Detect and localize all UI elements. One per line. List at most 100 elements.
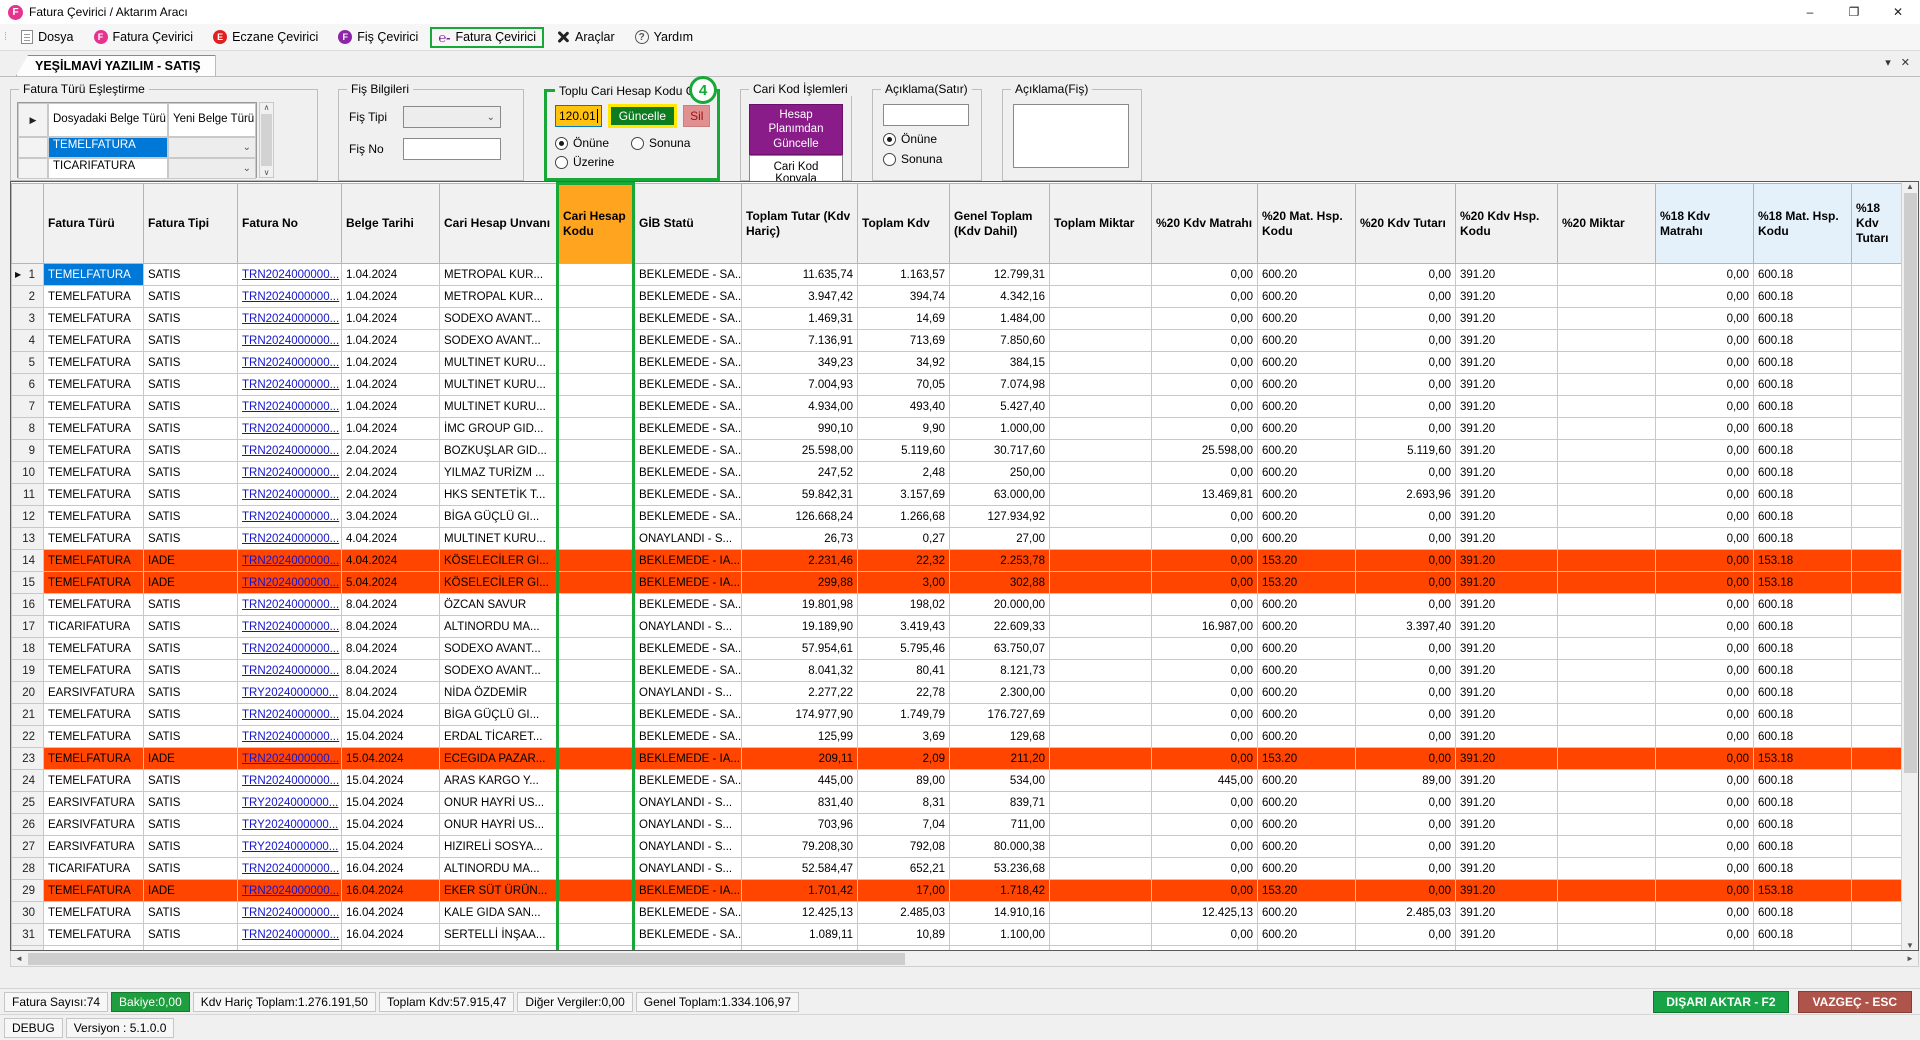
cell-miktar[interactable] bbox=[1050, 792, 1152, 814]
cell-gib[interactable]: BEKLEMEDE - SA... bbox=[634, 704, 742, 726]
cell-hsp20k[interactable]: 391.20 bbox=[1456, 440, 1558, 462]
cell-tipi[interactable]: SATIS bbox=[144, 418, 238, 440]
cell-t18[interactable] bbox=[1852, 462, 1902, 484]
cell-m20[interactable]: 0,00 bbox=[1152, 924, 1258, 946]
cell-hsp20m[interactable]: 153.20 bbox=[1258, 572, 1356, 594]
cell-turu[interactable]: TEMELFATURA bbox=[44, 572, 144, 594]
cell-kodu[interactable] bbox=[558, 902, 634, 924]
cell-miktar[interactable] bbox=[1050, 462, 1152, 484]
cell-hsp20k[interactable]: 391.20 bbox=[1456, 418, 1558, 440]
cell-kdv[interactable]: 1.266,68 bbox=[858, 506, 950, 528]
cell-tutar[interactable]: 11.635,74 bbox=[742, 264, 858, 286]
cell-m18[interactable]: 0,00 bbox=[1656, 660, 1754, 682]
cell-t18[interactable] bbox=[1852, 902, 1902, 924]
cell-hsp18[interactable]: 600.18 bbox=[1754, 440, 1852, 462]
cell-t20[interactable]: 0,00 bbox=[1356, 330, 1456, 352]
cell-hsp20k[interactable]: 391.20 bbox=[1456, 308, 1558, 330]
cell-tarih[interactable]: 15.04.2024 bbox=[342, 770, 440, 792]
cell-hsp20k[interactable]: 391.20 bbox=[1456, 374, 1558, 396]
cell-hsp20m[interactable]: 600.20 bbox=[1258, 770, 1356, 792]
cell-no[interactable]: TRN2024000000... bbox=[238, 462, 342, 484]
cell-miktar[interactable] bbox=[1050, 594, 1152, 616]
cell-tipi[interactable]: SATIS bbox=[144, 814, 238, 836]
cell-unvan[interactable]: METROPAL KUR... bbox=[440, 264, 558, 286]
cell-m20[interactable]: 0,00 bbox=[1152, 814, 1258, 836]
cell-mik20[interactable] bbox=[1558, 660, 1656, 682]
cell-t20[interactable]: 0,00 bbox=[1356, 550, 1456, 572]
cell-kodu[interactable] bbox=[558, 418, 634, 440]
cell-tutar[interactable]: 247,52 bbox=[742, 462, 858, 484]
cell-genel[interactable]: 22.609,33 bbox=[950, 616, 1050, 638]
aciklama-fis-textarea[interactable] bbox=[1013, 104, 1129, 168]
cell-m20[interactable]: 13.469,81 bbox=[1152, 484, 1258, 506]
cell-tutar[interactable]: 990,10 bbox=[742, 418, 858, 440]
cell-genel[interactable] bbox=[950, 946, 1050, 952]
cell-tutar[interactable]: 174.977,90 bbox=[742, 704, 858, 726]
cell-hsp20m[interactable]: 600.20 bbox=[1258, 836, 1356, 858]
cell-hsp20m[interactable]: 600.20 bbox=[1258, 638, 1356, 660]
cell-unvan[interactable]: MULTINET KURU... bbox=[440, 396, 558, 418]
fatura-no-link[interactable]: TRN2024000000... bbox=[242, 643, 339, 655]
cell-unvan[interactable]: BİGA GÜÇLÜ GI... bbox=[440, 704, 558, 726]
cell-hsp18[interactable]: 600.18 bbox=[1754, 792, 1852, 814]
cell-m20[interactable]: 0,00 bbox=[1152, 880, 1258, 902]
cell-tarih[interactable]: 1.04.2024 bbox=[342, 264, 440, 286]
row-selector[interactable]: 19 bbox=[12, 660, 44, 682]
cell-gib[interactable]: BEKLEMEDE - SA... bbox=[634, 638, 742, 660]
fis-no-input[interactable] bbox=[403, 138, 501, 160]
cell-m20[interactable]: 0,00 bbox=[1152, 682, 1258, 704]
cell-t18[interactable] bbox=[1852, 946, 1902, 952]
cell-hsp20m[interactable]: 600.20 bbox=[1258, 924, 1356, 946]
cell-m20[interactable]: 0,00 bbox=[1152, 374, 1258, 396]
cell-genel[interactable]: 5.427,40 bbox=[950, 396, 1050, 418]
cell-tipi[interactable]: SATIS bbox=[144, 440, 238, 462]
row-selector[interactable]: 15 bbox=[12, 572, 44, 594]
cell-unvan[interactable]: EKER SÜT ÜRÜN... bbox=[440, 880, 558, 902]
cell-hsp20m[interactable]: 600.20 bbox=[1258, 594, 1356, 616]
disari-aktar-button[interactable]: DIŞARI AKTAR - F2 bbox=[1653, 991, 1788, 1013]
cell-t18[interactable] bbox=[1852, 880, 1902, 902]
cell-m18[interactable]: 0,00 bbox=[1656, 748, 1754, 770]
cell-tarih[interactable]: 15.04.2024 bbox=[342, 814, 440, 836]
cell-tutar[interactable]: 445,00 bbox=[742, 770, 858, 792]
cell-turu[interactable]: TEMELFATURA bbox=[44, 462, 144, 484]
cell-hsp18[interactable]: 600.18 bbox=[1754, 484, 1852, 506]
cell-hsp20m[interactable]: 600.20 bbox=[1258, 726, 1356, 748]
cell-mik20[interactable] bbox=[1558, 594, 1656, 616]
cell-hsp20k[interactable]: 391.20 bbox=[1456, 616, 1558, 638]
scroll-right-icon[interactable]: ► bbox=[1902, 954, 1918, 963]
cell-mik20[interactable] bbox=[1558, 352, 1656, 374]
cell-turu[interactable]: TEMELFATURA bbox=[44, 594, 144, 616]
cell-gib[interactable]: BEKLEMEDE - SA... bbox=[634, 594, 742, 616]
cell-hsp18[interactable]: 600.18 bbox=[1754, 462, 1852, 484]
radio-sonuna[interactable]: Sonuna bbox=[631, 136, 707, 150]
cell-unvan[interactable]: ÖZCAN SAVUR bbox=[440, 594, 558, 616]
cell-tipi[interactable]: SATIS bbox=[144, 836, 238, 858]
cell-t18[interactable] bbox=[1852, 374, 1902, 396]
cell-unvan[interactable]: HIZIRELİ SOSYA... bbox=[440, 836, 558, 858]
cell-no[interactable]: TRN2024000000... bbox=[238, 660, 342, 682]
cell-kdv[interactable]: 89,00 bbox=[858, 770, 950, 792]
cell-gib[interactable]: BEKLEMEDE - SA... bbox=[634, 308, 742, 330]
cell-t20[interactable]: 89,00 bbox=[1356, 770, 1456, 792]
cell-tipi[interactable]: SATIS bbox=[144, 704, 238, 726]
cell-hsp18[interactable]: 600.18 bbox=[1754, 264, 1852, 286]
cell-tarih[interactable]: 15.04.2024 bbox=[342, 836, 440, 858]
cell-tutar[interactable]: 299,88 bbox=[742, 572, 858, 594]
cell-genel[interactable]: 127.934,92 bbox=[950, 506, 1050, 528]
cell-kdv[interactable] bbox=[858, 946, 950, 952]
scroll-down-icon[interactable]: ▼ bbox=[1906, 941, 1914, 950]
cell-m18[interactable]: 0,00 bbox=[1656, 902, 1754, 924]
cell-m18[interactable]: 0,00 bbox=[1656, 264, 1754, 286]
cell-m18[interactable]: 0,00 bbox=[1656, 418, 1754, 440]
cell-tipi[interactable]: SATIS bbox=[144, 924, 238, 946]
match-grid-scrollbar[interactable]: ∧ ∨ bbox=[259, 102, 274, 178]
cell-genel[interactable]: 2.300,00 bbox=[950, 682, 1050, 704]
cell-turu[interactable]: TEMELFATURA bbox=[44, 396, 144, 418]
cell-mik20[interactable] bbox=[1558, 374, 1656, 396]
cell-gib[interactable]: ONAYLANDI - S... bbox=[634, 836, 742, 858]
match-row-dropdown[interactable]: ⌄ bbox=[168, 158, 256, 179]
cell-gib[interactable]: BEKLEMEDE - IA... bbox=[634, 880, 742, 902]
row-selector[interactable]: 22 bbox=[12, 726, 44, 748]
cell-hsp20k[interactable]: 391.20 bbox=[1456, 770, 1558, 792]
